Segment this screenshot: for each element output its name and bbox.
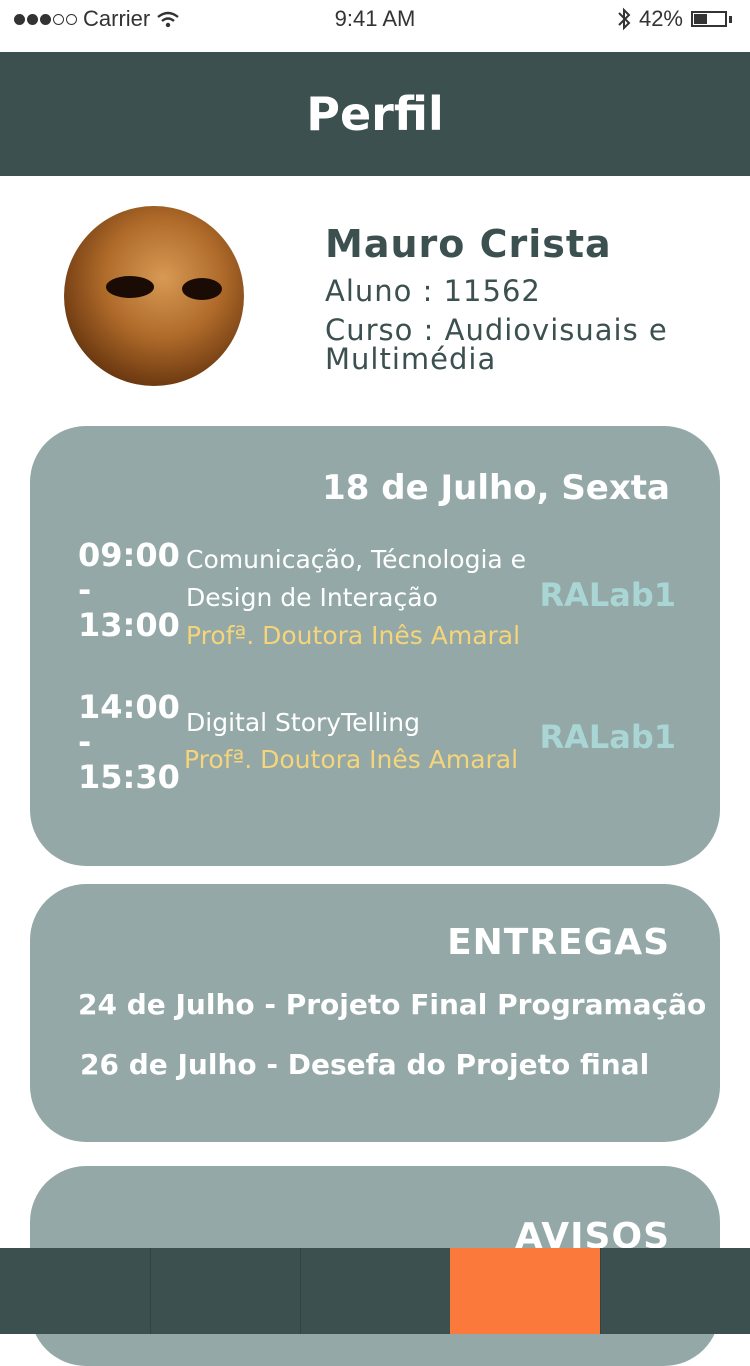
- slot-1-room: RALab1: [539, 576, 676, 614]
- battery-percent: 42%: [638, 6, 683, 31]
- slot-1-start: 09:00: [78, 536, 180, 574]
- battery-icon: [691, 11, 727, 27]
- entregas-card[interactable]: ENTREGAS 24 de Julho - Projeto Final Pro…: [30, 884, 720, 1142]
- page-title: Perfil: [306, 87, 444, 141]
- schedule-card[interactable]: 18 de Julho, Sexta 09:00 - 13:00 Comunic…: [30, 426, 720, 866]
- tab-2[interactable]: [150, 1248, 300, 1334]
- tab-1[interactable]: [0, 1248, 150, 1334]
- profile-section: Mauro Crista Aluno : 11562 Curso : Audio…: [0, 176, 750, 416]
- slot-2-time: 14:00 - 15:30: [78, 688, 180, 796]
- avatar-eye-right: [182, 278, 222, 300]
- entregas-title: ENTREGAS: [447, 922, 670, 963]
- status-bar: Carrier 9:41 AM 42%: [0, 0, 750, 52]
- avatar-eye-left: [106, 276, 154, 298]
- slot-1-time: 09:00 - 13:00: [78, 536, 180, 644]
- status-right: 42%: [617, 6, 732, 32]
- slot-2-teacher: Profª. Doutora Inês Amaral: [184, 745, 519, 774]
- slot-2-subject-line1: Digital StoryTelling: [186, 708, 421, 737]
- slot-1-subject-line2: Design de Interação: [186, 583, 438, 612]
- battery-tip: [729, 15, 732, 23]
- slot-2-sep: -: [78, 723, 92, 761]
- entrega-item: 26 de Julho - Desefa do Projeto final: [80, 1048, 650, 1081]
- profile-name: Mauro Crista: [325, 222, 612, 266]
- bluetooth-icon: [618, 7, 631, 31]
- slot-1-subject: Comunicação, Técnologia e Design de Inte…: [186, 541, 546, 617]
- battery-fill: [694, 14, 707, 24]
- slot-1-end: 13:00: [78, 606, 180, 644]
- slot-2-room: RALab1: [539, 718, 676, 756]
- tab-5[interactable]: [600, 1248, 750, 1334]
- slot-1-subject-line1: Comunicação, Técnologia e: [186, 545, 527, 574]
- slot-1-sep: -: [78, 571, 92, 609]
- profile-student: Aluno : 11562: [325, 274, 541, 308]
- schedule-date: 18 de Julho, Sexta: [322, 468, 670, 508]
- slot-2-subject: Digital StoryTelling: [186, 704, 546, 742]
- slot-2-end: 15:30: [78, 758, 180, 796]
- tab-3[interactable]: [300, 1248, 450, 1334]
- profile-course-line2: Multimédia: [325, 342, 497, 376]
- avatar[interactable]: [64, 206, 244, 386]
- slot-1-teacher: Profª. Doutora Inês Amaral: [186, 621, 521, 650]
- tab-bar: [0, 1248, 750, 1334]
- tab-4-active[interactable]: [450, 1248, 600, 1334]
- slot-2-start: 14:00: [78, 688, 180, 726]
- app-header: Perfil: [0, 52, 750, 176]
- entrega-item: 24 de Julho - Projeto Final Programação: [78, 988, 707, 1021]
- profile-course-line1: Curso : Audiovisuais e: [325, 313, 668, 347]
